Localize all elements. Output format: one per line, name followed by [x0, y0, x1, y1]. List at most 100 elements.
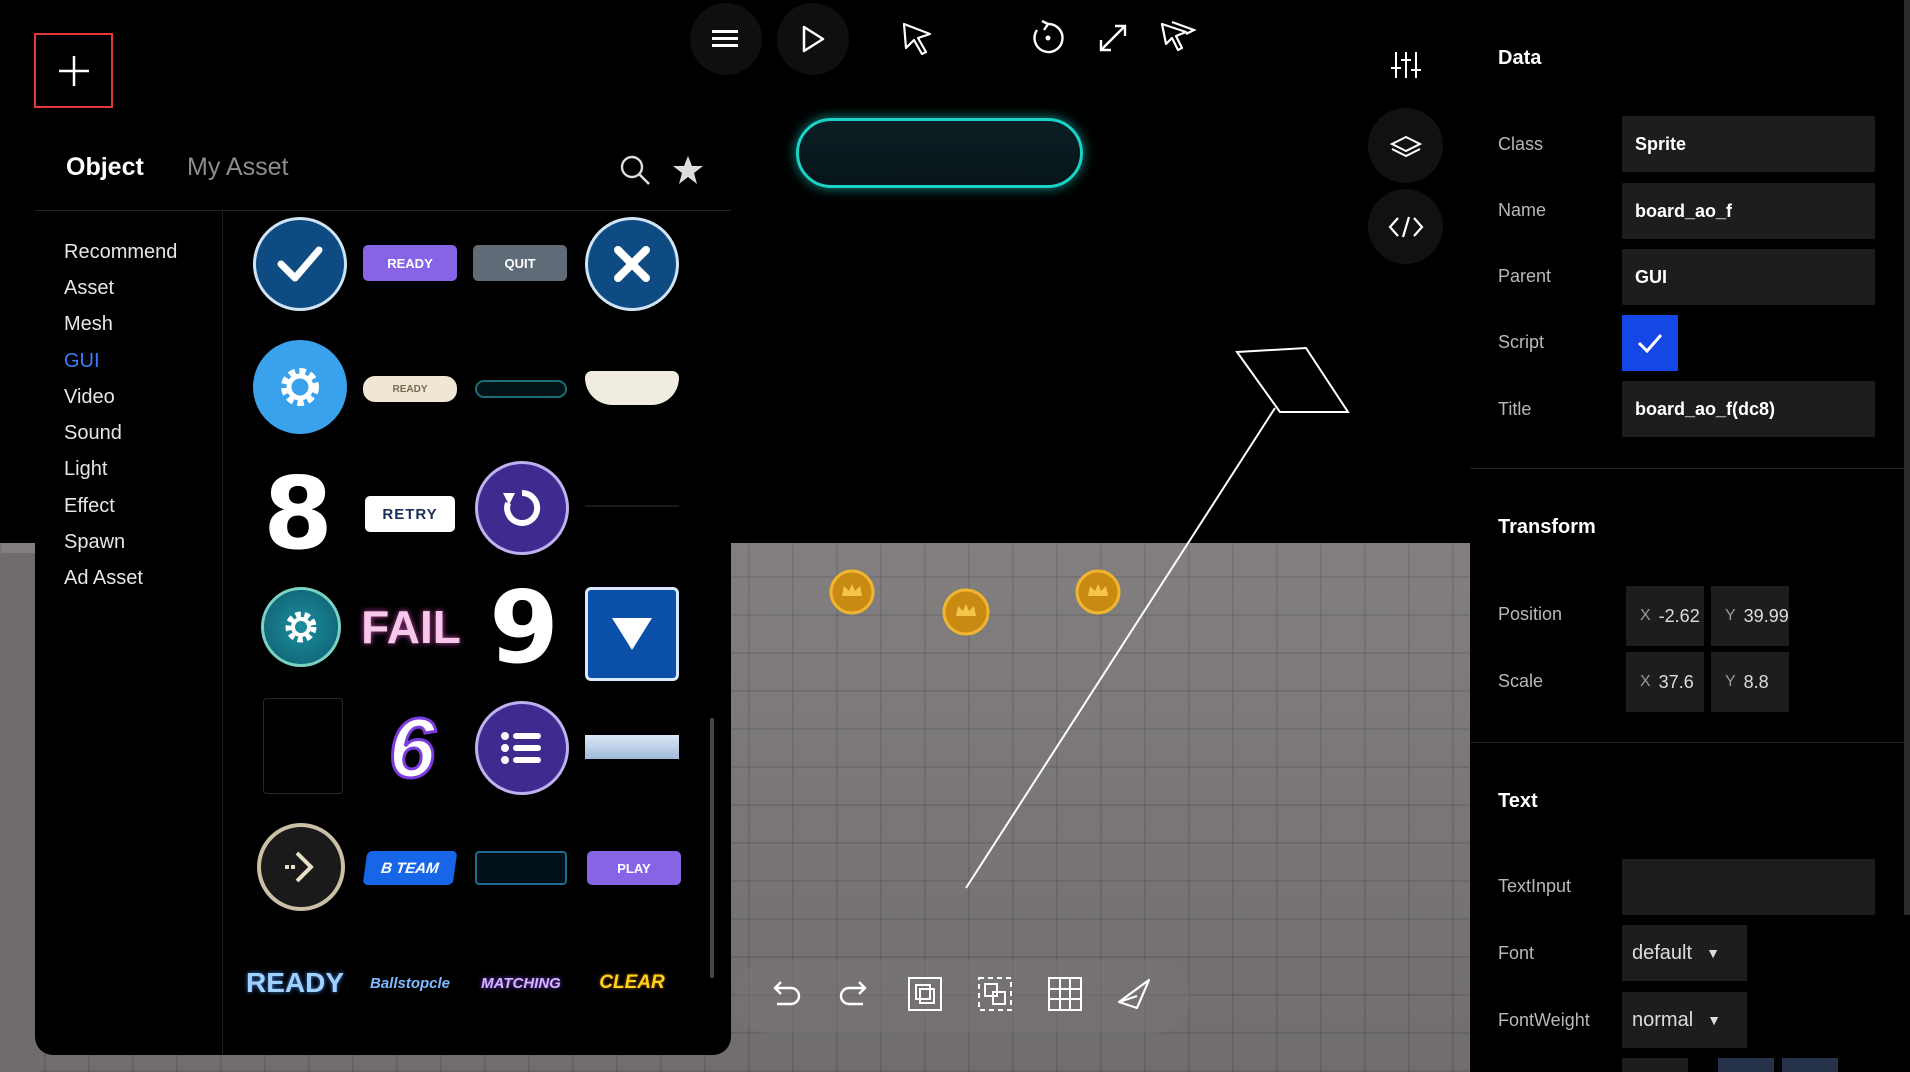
coin[interactable]: [829, 569, 875, 615]
asset-x-circle[interactable]: [585, 217, 679, 311]
category-light[interactable]: Light: [64, 458, 107, 481]
asset-number-8[interactable]: 8: [253, 455, 343, 572]
viewport-floor-edge: [0, 553, 40, 1072]
camera-view-icon[interactable]: [1115, 974, 1155, 1014]
search-icon[interactable]: [618, 153, 652, 187]
category-video[interactable]: Video: [64, 386, 115, 409]
asset-grid: READY QUIT READY 8 RETRY FAIL 9 6 B TEAM…: [223, 211, 731, 1055]
category-sound[interactable]: Sound: [64, 422, 122, 445]
asset-glow-bar[interactable]: [475, 380, 567, 398]
asset-next-circle[interactable]: [257, 823, 345, 911]
asset-cream-banner[interactable]: [585, 371, 679, 405]
tab-my-asset[interactable]: My Asset: [187, 153, 288, 182]
close-icon: [614, 246, 650, 282]
asset-light-bar[interactable]: [585, 735, 679, 759]
plus-icon: [58, 55, 89, 86]
asset-outline-button[interactable]: [475, 851, 567, 885]
add-object-button[interactable]: [34, 33, 113, 108]
multi-select-icon[interactable]: [1158, 18, 1198, 58]
font-value: default: [1632, 941, 1693, 964]
asset-scrollbar[interactable]: [710, 718, 714, 978]
rotate-icon[interactable]: [1028, 18, 1068, 58]
asset-ready-text[interactable]: READY: [245, 961, 345, 1005]
star-icon[interactable]: [671, 153, 705, 187]
undo-icon[interactable]: [765, 974, 805, 1014]
code-button[interactable]: [1368, 189, 1443, 264]
selected-board-sprite[interactable]: [796, 118, 1083, 188]
asset-number-9[interactable]: 9: [479, 569, 569, 686]
tab-object[interactable]: Object: [66, 153, 144, 182]
fontweight-dropdown[interactable]: normal ▼: [1622, 992, 1747, 1048]
asset-ready-ribbon[interactable]: READY: [363, 376, 457, 402]
position-x-field[interactable]: X -2.62: [1626, 586, 1704, 646]
arrow-right-icon: [285, 851, 314, 883]
cursor-icon[interactable]: [898, 18, 938, 58]
asset-play-button[interactable]: PLAY: [587, 851, 681, 885]
asset-clear-text[interactable]: CLEAR: [585, 963, 679, 1003]
expand-icon[interactable]: [1093, 18, 1133, 58]
category-mesh[interactable]: Mesh: [64, 313, 113, 336]
category-gui[interactable]: GUI: [64, 350, 100, 373]
asset-list-circle[interactable]: [475, 701, 569, 795]
position-y-field[interactable]: Y 39.99: [1711, 586, 1789, 646]
category-recommend[interactable]: Recommend: [64, 241, 177, 264]
asset-quit-button[interactable]: QUIT: [473, 245, 567, 281]
asset-check-circle[interactable]: [253, 217, 347, 311]
category-spawn[interactable]: Spawn: [64, 531, 125, 554]
name-field[interactable]: board_ao_f: [1622, 183, 1875, 239]
panel-header: Object My Asset: [35, 125, 731, 211]
layers-button[interactable]: [1368, 108, 1443, 183]
asset-matching-text[interactable]: MATCHING: [471, 965, 571, 1001]
code-icon: [1388, 216, 1423, 237]
play-icon: [802, 25, 825, 53]
asset-number-6[interactable]: 6: [371, 699, 453, 796]
play-button[interactable]: [777, 3, 849, 75]
class-field[interactable]: Sprite: [1622, 116, 1875, 172]
menu-button[interactable]: [690, 3, 762, 75]
properties-scrollbar[interactable]: [1904, 0, 1910, 915]
scale-x-field[interactable]: X 37.6: [1626, 652, 1704, 712]
axis-y-label: Y: [1725, 607, 1736, 624]
textinput-field[interactable]: [1622, 859, 1875, 915]
camera-gizmo[interactable]: [960, 340, 1360, 900]
asset-ready-button[interactable]: READY: [363, 245, 457, 281]
partial-field[interactable]: [1718, 1058, 1774, 1072]
redo-icon[interactable]: [835, 974, 875, 1014]
group-icon[interactable]: [905, 974, 945, 1014]
axis-x-label: X: [1640, 607, 1651, 624]
partial-field[interactable]: [1782, 1058, 1838, 1072]
asset-restart-circle[interactable]: [475, 461, 569, 555]
script-checkbox[interactable]: [1622, 315, 1678, 371]
asset-gear-circle[interactable]: [253, 340, 347, 434]
name-label: Name: [1498, 200, 1547, 220]
scale-y-field[interactable]: Y 8.8: [1711, 652, 1789, 712]
sliders-icon[interactable]: [1389, 48, 1423, 82]
category-asset[interactable]: Asset: [64, 277, 114, 300]
asset-retry-button[interactable]: RETRY: [365, 496, 455, 532]
asset-thin-line[interactable]: [585, 505, 679, 507]
ungroup-icon[interactable]: [975, 974, 1015, 1014]
position-y-value: 39.99: [1743, 605, 1789, 626]
title-field[interactable]: board_ao_f(dc8): [1622, 381, 1875, 437]
partial-field[interactable]: [1622, 1058, 1688, 1072]
category-list: Recommend Asset Mesh GUI Video Sound Lig…: [35, 211, 223, 1055]
asset-b-team-banner[interactable]: B TEAM: [362, 851, 458, 885]
asset-dropdown-tile[interactable]: [585, 587, 679, 681]
caret-down-icon: ▼: [1706, 945, 1720, 961]
font-label: Font: [1498, 943, 1535, 963]
textinput-label: TextInput: [1498, 876, 1572, 896]
font-dropdown[interactable]: default ▼: [1622, 925, 1747, 981]
position-x-value: -2.62: [1658, 605, 1700, 626]
category-effect[interactable]: Effect: [64, 495, 115, 518]
asset-ballstopcle-text[interactable]: Ballstopcle: [361, 965, 459, 1001]
section-transform-title: Transform: [1498, 516, 1596, 538]
asset-dark-card[interactable]: [263, 698, 343, 794]
parent-field[interactable]: GUI: [1622, 249, 1875, 305]
asset-teal-gear-circle[interactable]: [261, 587, 341, 667]
layers-icon: [1389, 135, 1422, 157]
grid-icon[interactable]: [1045, 974, 1085, 1014]
category-ad-asset[interactable]: Ad Asset: [64, 567, 143, 590]
refresh-icon: [503, 489, 541, 526]
check-icon: [1637, 334, 1663, 354]
asset-fail-text[interactable]: FAIL: [361, 595, 461, 659]
